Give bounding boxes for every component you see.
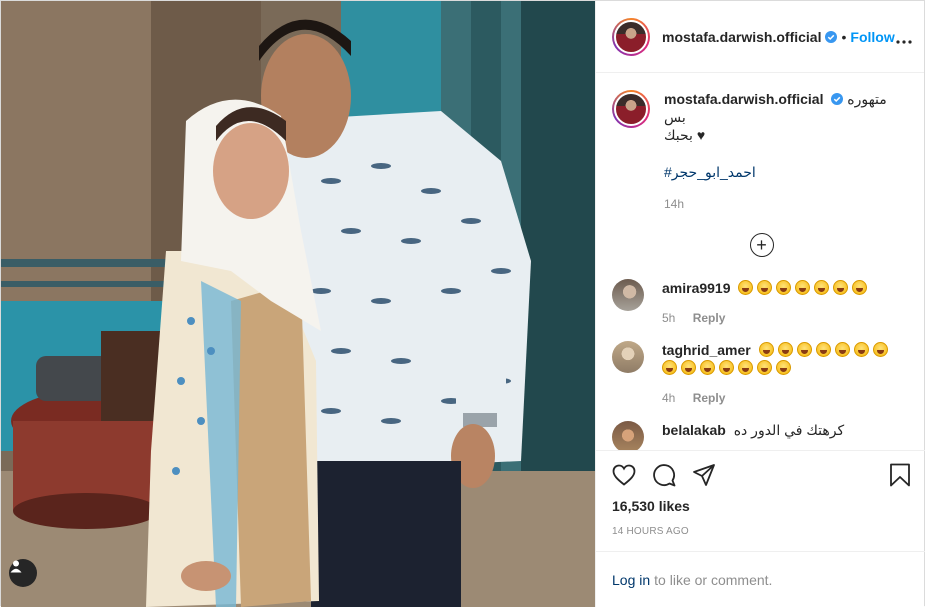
laughing-emoji-icon [815,342,831,357]
comment-time[interactable]: 4h [662,391,675,405]
laughing-emoji-icon [662,360,677,375]
caption-text-2: بحبك ♥ [664,127,706,143]
laughing-emoji-icon [796,342,812,357]
follow-button[interactable]: Follow [850,29,894,45]
laughing-emoji-icon [758,342,774,357]
laughing-emoji-icon [757,360,772,375]
comment-text: taghrid_amer [662,341,911,377]
laughing-emoji-icon [757,280,773,295]
laughing-emoji-icon [795,280,811,295]
emoji-row [758,342,892,358]
post-photo[interactable] [1,1,595,607]
comment-body: كرهتك في الدور ده [733,422,845,438]
comment-meta: 4h Reply [662,391,911,405]
caption-time[interactable]: 14h [664,197,911,211]
verified-badge-icon [831,93,844,105]
caption-line-1: mostafa.darwish.official متهوره بس [664,90,911,126]
comment-item: belalakab كرهتك في الدور ده [612,421,911,450]
author-avatar[interactable] [612,17,650,56]
load-more-comments: + [612,233,911,257]
more-options-icon [896,40,912,44]
post-side-panel: mostafa.darwish.official • Follow mostaf… [595,1,925,607]
login-link[interactable]: Log in [612,572,650,588]
caption-body: mostafa.darwish.official متهوره بس بحبك … [664,90,911,211]
reply-button[interactable]: Reply [693,311,726,325]
post-caption: mostafa.darwish.official متهوره بس بحبك … [612,90,911,211]
comment-text: amira9919 [662,279,911,297]
photo-illustration [1,1,595,607]
laughing-emoji-icon [853,342,869,357]
author-username[interactable]: mostafa.darwish.official [662,29,821,45]
caption-avatar[interactable] [612,90,650,128]
action-icons [612,451,911,499]
commenter-username[interactable]: amira9919 [662,280,731,296]
commenter-username[interactable]: taghrid_amer [662,342,751,358]
more-options-button[interactable] [896,31,912,47]
bookmark-icon [890,463,910,487]
user-tag-icon [10,560,22,573]
share-button[interactable] [692,463,716,487]
emoji-row [662,360,795,376]
laughing-emoji-icon [738,280,754,295]
commenter-avatar[interactable] [612,421,644,450]
save-button[interactable] [889,463,911,487]
verified-badge-icon [825,30,838,43]
laughing-emoji-icon [700,360,715,375]
laughing-emoji-icon [834,342,850,357]
laughing-emoji-icon [852,280,868,295]
comment-item: taghrid_amer 4h Reply [612,341,911,405]
caption-hashtag[interactable]: #احمد_ابو_حجر [664,164,911,181]
caption-username[interactable]: mostafa.darwish.official [664,91,823,107]
load-more-comments-icon[interactable]: + [749,233,774,257]
comment-button[interactable] [652,463,676,487]
commenter-avatar[interactable] [612,279,644,311]
laughing-emoji-icon [738,360,753,375]
heart-icon [612,464,636,486]
comment-meta: 5h Reply [662,311,911,325]
laughing-emoji-icon [872,342,888,357]
laughing-emoji-icon [681,360,696,375]
laughing-emoji-icon [833,280,849,295]
laughing-emoji-icon [776,360,791,375]
reply-button[interactable]: Reply [693,391,726,405]
emoji-row [738,280,871,296]
like-button[interactable] [612,464,636,486]
login-prompt: Log in to like or comment. [596,551,925,607]
separator-dot: • [841,28,847,45]
laughing-emoji-icon [719,360,734,375]
laughing-emoji-icon [814,280,830,295]
user-tag-button[interactable] [9,559,37,587]
comment-icon [653,464,676,487]
commenter-avatar[interactable] [612,341,644,373]
laughing-emoji-icon [777,342,793,357]
post-header: mostafa.darwish.official • Follow [596,1,924,73]
commenter-username[interactable]: belalakab [662,422,726,438]
laughing-emoji-icon [776,280,792,295]
comment-text: belalakab كرهتك في الدور ده [662,421,911,439]
comments-list[interactable]: mostafa.darwish.official متهوره بس بحبك … [596,74,925,450]
posted-time[interactable]: 14 HOURS AGO [612,526,911,537]
instagram-post: mostafa.darwish.official • Follow mostaf… [0,0,925,607]
likes-count[interactable]: 16,530 likes [612,498,911,514]
login-suffix: to like or comment. [654,571,773,588]
comment-item: amira9919 5h Reply [612,279,911,325]
share-icon [693,464,715,486]
comment-time[interactable]: 5h [662,311,675,325]
